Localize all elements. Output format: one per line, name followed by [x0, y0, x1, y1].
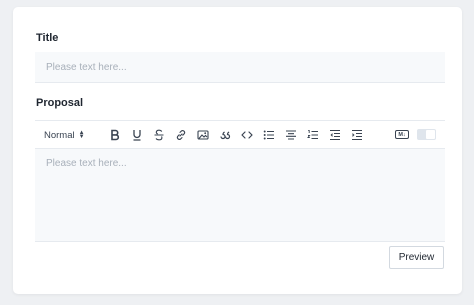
code-button[interactable] [240, 127, 254, 143]
heading-select-value: Normal [44, 129, 75, 141]
title-input[interactable] [35, 52, 445, 83]
bullet-list-button[interactable] [262, 127, 276, 143]
underline-button[interactable] [130, 127, 144, 143]
blockquote-icon [220, 131, 231, 140]
indent-button[interactable] [350, 127, 364, 143]
code-icon [241, 131, 253, 139]
ordered-list-icon [307, 130, 318, 140]
proposal-editor[interactable] [35, 149, 445, 242]
underline-icon [133, 130, 141, 141]
image-icon [197, 130, 209, 140]
toggle-knob [426, 130, 435, 139]
heading-select[interactable]: Normal ▲ ▼ [44, 127, 88, 143]
bullet-list-icon [263, 130, 274, 140]
ordered-list-button[interactable] [306, 127, 320, 143]
proposal-form-card: Title Proposal Normal ▲▼ [13, 7, 462, 294]
strikethrough-button[interactable] [152, 127, 166, 143]
indent-icon [352, 129, 362, 141]
preview-button[interactable]: Preview [389, 246, 444, 269]
bold-button[interactable] [108, 127, 122, 143]
image-button[interactable] [196, 127, 210, 143]
markdown-toggle[interactable] [417, 129, 436, 140]
outdent-button[interactable] [328, 127, 342, 143]
proposal-label: Proposal [36, 97, 84, 109]
align-center-icon [286, 130, 296, 140]
bold-icon [111, 129, 120, 141]
markdown-icon: M↓ [395, 130, 409, 139]
editor-toolbar: Normal ▲ ▼ M↓ [35, 120, 445, 149]
title-label: Title [36, 32, 59, 44]
align-center-button[interactable] [284, 127, 298, 143]
blockquote-button[interactable] [218, 127, 232, 143]
outdent-icon [330, 129, 340, 141]
link-icon [176, 130, 186, 140]
updown-chevron-icon: ▲ ▼ [78, 130, 85, 140]
link-button[interactable] [174, 127, 188, 143]
strikethrough-icon [154, 129, 164, 141]
